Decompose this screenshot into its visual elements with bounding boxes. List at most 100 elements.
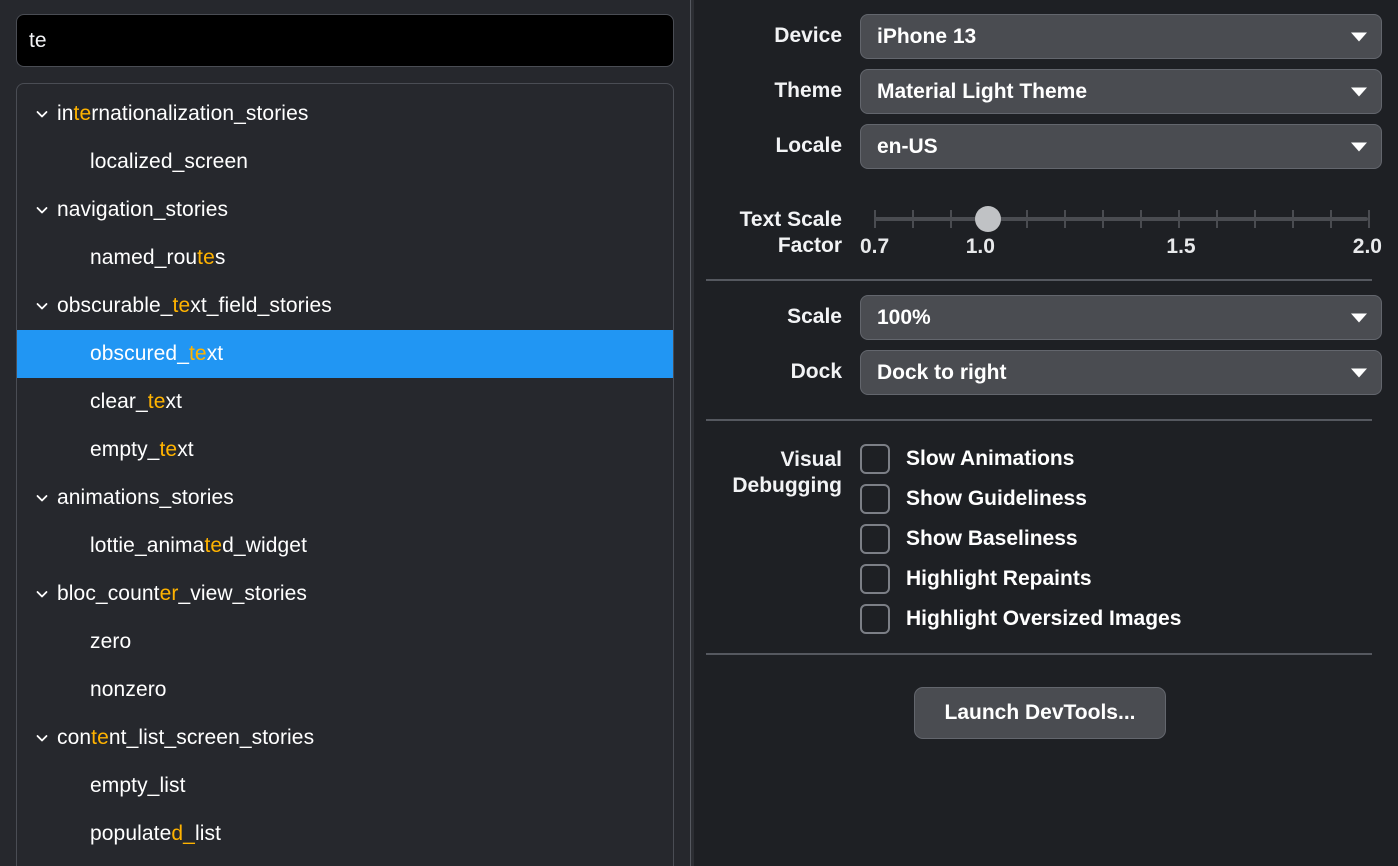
- tree-folder-row[interactable]: internationalization_stories: [17, 90, 673, 138]
- slider-scale-label: 1.0: [965, 235, 995, 258]
- tree-item-label: lottie_animated_widget: [90, 534, 308, 557]
- tree-item-label: clear_text: [90, 390, 183, 413]
- dock-label: Dock: [790, 360, 842, 384]
- theme-row: Theme Material Light Theme: [698, 69, 1382, 114]
- tree-story-row[interactable]: populated_list: [17, 810, 673, 858]
- tree-folder-row[interactable]: bloc_counter_view_stories: [17, 570, 673, 618]
- chevron-down-icon[interactable]: [27, 90, 57, 138]
- tree-item-label: zero: [90, 630, 132, 653]
- text-scale-factor-slider-area: 0.7 1.0 1.5 2.0: [860, 189, 1382, 265]
- dock-dropdown[interactable]: Dock to right: [860, 350, 1382, 395]
- tree-story-row[interactable]: zero: [17, 618, 673, 666]
- tree-story-row[interactable]: obscured_text: [17, 330, 673, 378]
- tree-folder-row[interactable]: animations_stories: [17, 474, 673, 522]
- slider-tick: [874, 210, 876, 228]
- tree-story-row[interactable]: empty_list: [17, 762, 673, 810]
- widgetbook-window: internationalization_stories localized_sc…: [0, 0, 1398, 866]
- chevron-down-icon[interactable]: [27, 186, 57, 234]
- checkbox-label: Slow Animations: [906, 447, 1075, 470]
- chevron-down-icon: [1351, 87, 1367, 96]
- slider-tick: [1140, 210, 1142, 228]
- slider-scale-label: 1.5: [1166, 235, 1196, 258]
- slider-scale-label: 0.7: [860, 235, 890, 258]
- device-dropdown[interactable]: iPhone 13: [860, 14, 1382, 59]
- device-value: iPhone 13: [877, 24, 977, 48]
- visual-debugging-label: Visual Debugging: [698, 439, 860, 498]
- launch-devtools-button[interactable]: Launch DevTools...: [913, 687, 1167, 739]
- text-scale-factor-label: Text Scale Factor: [698, 189, 860, 258]
- slider-scale-labels: 0.7 1.0 1.5 2.0: [860, 235, 1382, 265]
- tree-folder-row[interactable]: content_list_screen_stories: [17, 714, 673, 762]
- section-divider-2: [706, 419, 1372, 421]
- search-input[interactable]: [29, 28, 661, 53]
- checkbox[interactable]: [860, 604, 890, 634]
- tree-item-label: empty_text: [90, 438, 194, 461]
- tree-item-label: navigation_stories: [57, 198, 229, 221]
- slider-tick: [1178, 210, 1180, 228]
- chevron-down-icon: [1351, 368, 1367, 377]
- chevron-down-icon[interactable]: [27, 282, 57, 330]
- actions-row: Launch DevTools...: [698, 687, 1382, 739]
- slider-thumb[interactable]: [975, 206, 1001, 232]
- dock-row: Dock Dock to right: [698, 350, 1382, 395]
- tree-story-row[interactable]: nonzero: [17, 666, 673, 714]
- checkbox-label: Highlight Oversized Images: [906, 607, 1182, 630]
- slider-tick: [1330, 210, 1332, 228]
- visual-debugging-option[interactable]: Slow Animations: [860, 439, 1382, 479]
- checkbox-label: Highlight Repaints: [906, 567, 1092, 590]
- story-tree[interactable]: internationalization_stories localized_sc…: [17, 84, 673, 866]
- slider-tick: [1292, 210, 1294, 228]
- chevron-down-icon: [1351, 32, 1367, 41]
- slider-tick: [1254, 210, 1256, 228]
- locale-label: Locale: [775, 134, 842, 158]
- tree-story-row[interactable]: localized_screen: [17, 138, 673, 186]
- scale-value: 100%: [877, 305, 931, 329]
- visual-debugging-option[interactable]: Show Baseliness: [860, 519, 1382, 559]
- visual-debugging-option[interactable]: Highlight Repaints: [860, 559, 1382, 599]
- dock-value: Dock to right: [877, 360, 1007, 384]
- theme-dropdown[interactable]: Material Light Theme: [860, 69, 1382, 114]
- visual-debugging-option[interactable]: Show Guideliness: [860, 479, 1382, 519]
- chevron-down-icon[interactable]: [27, 714, 57, 762]
- tree-item-label: named_routes: [90, 246, 226, 269]
- text-scale-factor-slider[interactable]: [874, 199, 1370, 237]
- tree-item-label: obscurable_text_field_stories: [57, 294, 332, 317]
- story-tree-panel: internationalization_stories localized_sc…: [16, 83, 674, 866]
- chevron-down-icon[interactable]: [27, 474, 57, 522]
- checkbox-label: Show Baseliness: [906, 527, 1078, 550]
- text-scale-factor-label-line2: Factor: [777, 233, 842, 257]
- tree-item-label: animations_stories: [57, 486, 234, 509]
- device-row: Device iPhone 13: [698, 14, 1382, 59]
- tree-story-row[interactable]: lottie_animated_widget: [17, 522, 673, 570]
- tree-item-label: localized_screen: [90, 150, 249, 173]
- visual-debugging-label-line1: Visual: [780, 448, 842, 471]
- slider-tick: [1216, 210, 1218, 228]
- text-scale-factor-row: Text Scale Factor 0.7 1.0 1.5 2.0: [698, 189, 1382, 265]
- locale-dropdown[interactable]: en-US: [860, 124, 1382, 169]
- tree-item-label: nonzero: [90, 678, 167, 701]
- scale-dropdown[interactable]: 100%: [860, 295, 1382, 340]
- visual-debugging-option[interactable]: Highlight Oversized Images: [860, 599, 1382, 639]
- panel-splitter[interactable]: [690, 0, 694, 866]
- checkbox[interactable]: [860, 444, 890, 474]
- checkbox[interactable]: [860, 484, 890, 514]
- slider-tick: [1102, 210, 1104, 228]
- search-field[interactable]: [16, 14, 674, 67]
- tree-story-row[interactable]: clear_text: [17, 378, 673, 426]
- tree-folder-row[interactable]: obscurable_text_field_stories: [17, 282, 673, 330]
- tree-folder-row[interactable]: navigation_stories: [17, 186, 673, 234]
- settings-panel: Device iPhone 13 Theme Material Light Th…: [690, 0, 1398, 866]
- tree-item-label: internationalization_stories: [57, 102, 309, 125]
- checkbox-label: Show Guideliness: [906, 487, 1087, 510]
- tree-item-label: obscured_text: [90, 342, 224, 365]
- checkbox[interactable]: [860, 524, 890, 554]
- slider-tick: [912, 210, 914, 228]
- slider-tick: [1026, 210, 1028, 228]
- device-label: Device: [774, 24, 842, 48]
- tree-item-label: content_list_screen_stories: [57, 726, 315, 749]
- slider-tick: [1064, 210, 1066, 228]
- tree-story-row[interactable]: named_routes: [17, 234, 673, 282]
- chevron-down-icon[interactable]: [27, 570, 57, 618]
- tree-story-row[interactable]: empty_text: [17, 426, 673, 474]
- checkbox[interactable]: [860, 564, 890, 594]
